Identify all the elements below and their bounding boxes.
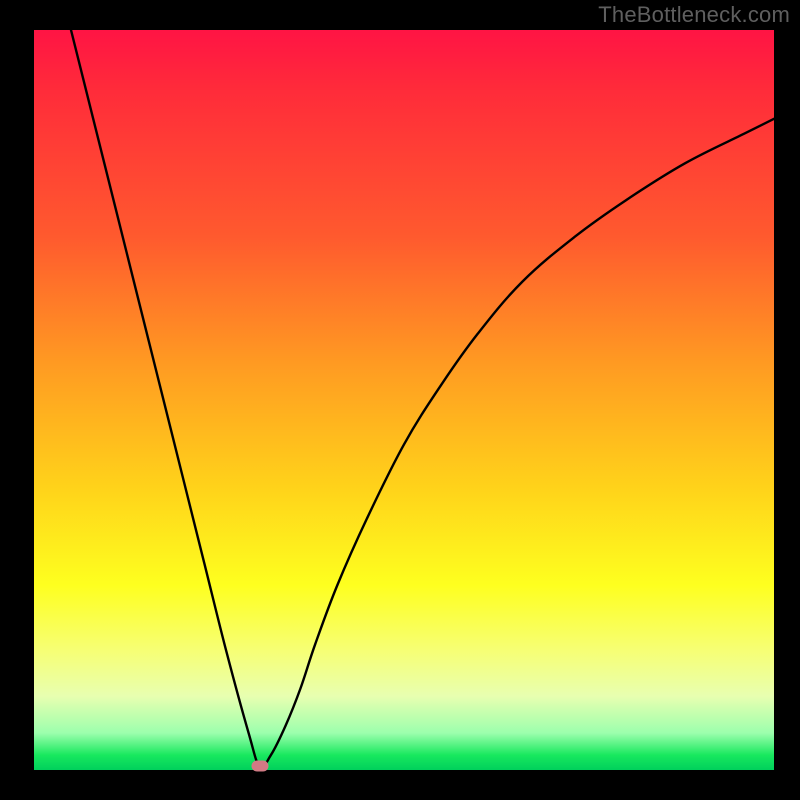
bottleneck-curve (34, 30, 774, 770)
watermark-text: TheBottleneck.com (598, 2, 790, 28)
minimum-marker (251, 761, 268, 772)
curve-path (71, 30, 774, 767)
chart-frame: TheBottleneck.com (0, 0, 800, 800)
plot-area (34, 30, 774, 770)
